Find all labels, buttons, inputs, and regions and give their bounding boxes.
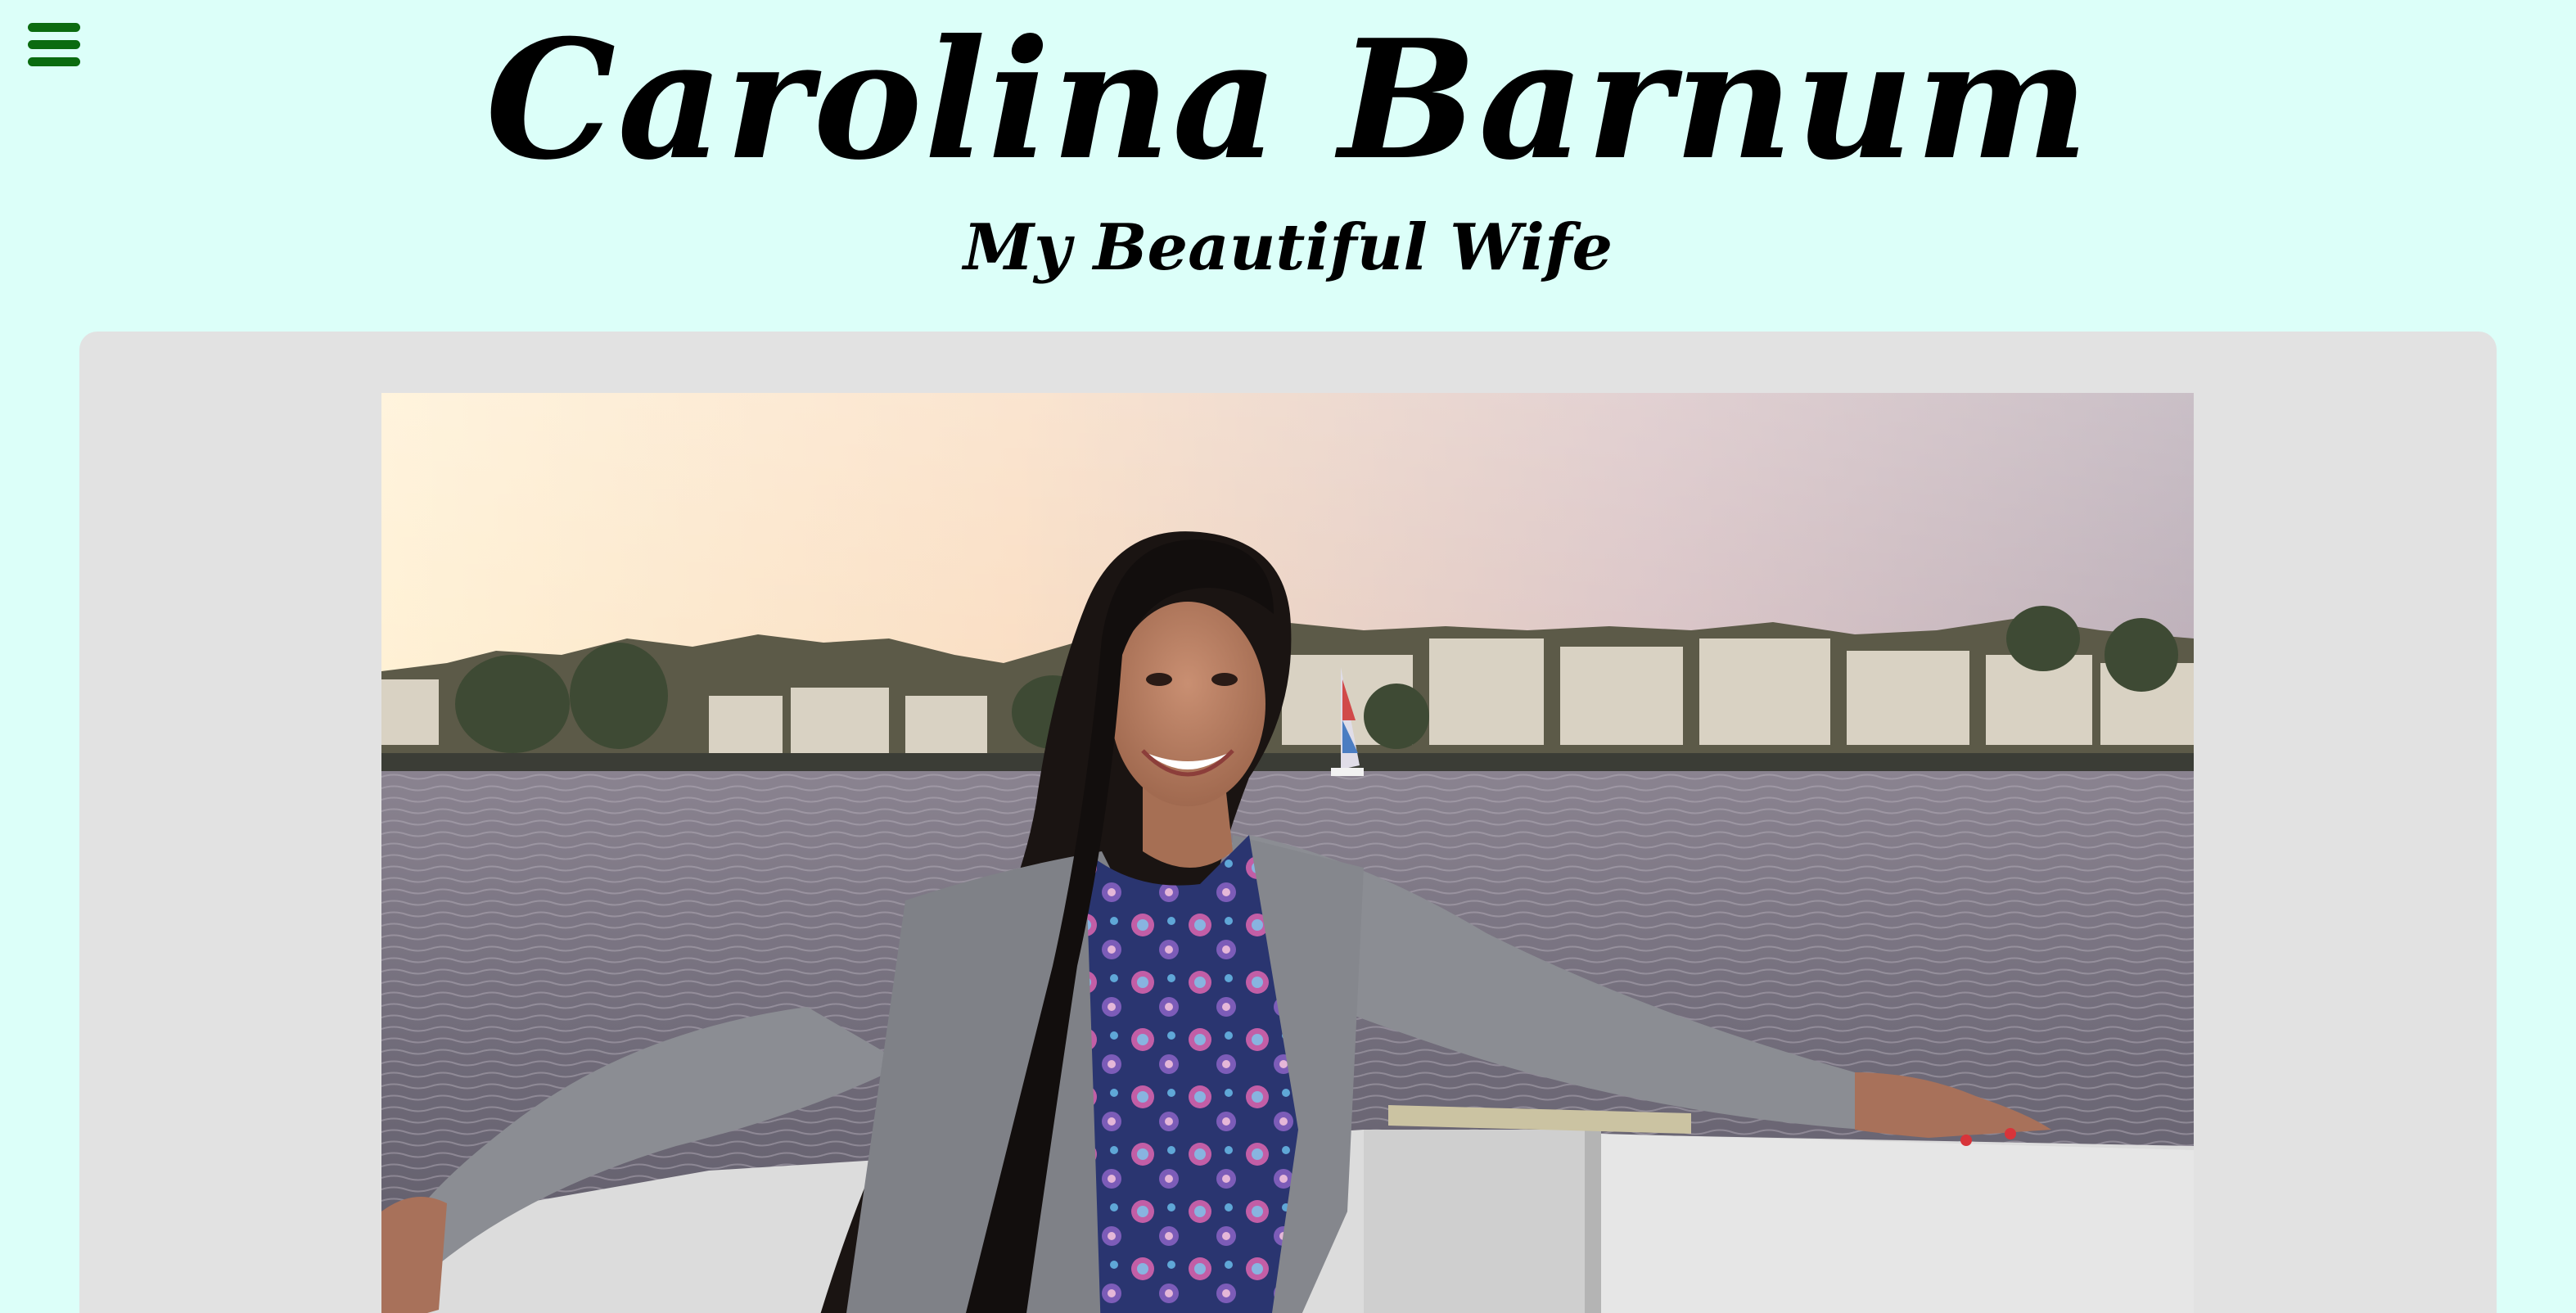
photo-card xyxy=(79,332,2497,1313)
site-subtitle: My Beautiful Wife xyxy=(963,210,1613,285)
main-photo xyxy=(381,393,2194,1313)
site-title: Carolina Barnum xyxy=(485,4,2091,196)
